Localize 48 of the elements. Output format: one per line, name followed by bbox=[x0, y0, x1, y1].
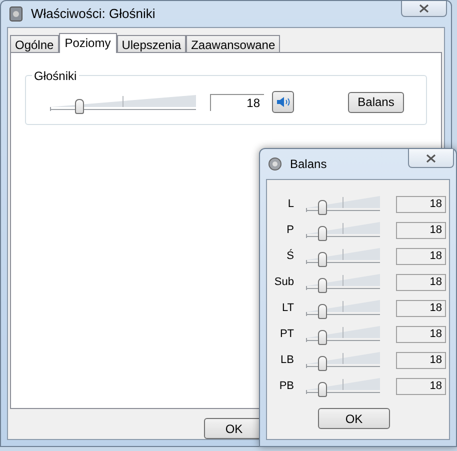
slider-thumb[interactable] bbox=[318, 226, 327, 241]
close-icon bbox=[419, 4, 429, 13]
slider-thumb[interactable] bbox=[318, 356, 327, 371]
channel-label: PT bbox=[278, 326, 294, 342]
balance-button[interactable]: Balans bbox=[348, 92, 404, 112]
slider-thumb[interactable] bbox=[318, 304, 327, 319]
channel-label: PB bbox=[278, 378, 294, 394]
slider-thumb[interactable] bbox=[318, 278, 327, 293]
tab[interactable]: Ulepszenia bbox=[116, 35, 186, 52]
value-field[interactable]: 18 bbox=[396, 196, 446, 212]
close-button[interactable] bbox=[401, 1, 447, 17]
channel-label: L bbox=[286, 196, 294, 212]
value-field[interactable]: 18 bbox=[396, 248, 446, 264]
value-field[interactable]: 18 bbox=[396, 300, 446, 316]
slider-thumb[interactable] bbox=[318, 330, 327, 345]
slider-thumb[interactable] bbox=[318, 382, 327, 397]
value-field[interactable]: 18 bbox=[396, 378, 446, 394]
value-field[interactable]: 18 bbox=[396, 274, 446, 290]
tab[interactable]: Ogólne bbox=[10, 35, 59, 52]
value-field[interactable]: 18 bbox=[210, 94, 264, 110]
close-icon bbox=[426, 154, 436, 162]
value-field[interactable]: 18 bbox=[396, 222, 446, 238]
channel-label: Ś bbox=[286, 248, 294, 264]
slider-thumb[interactable] bbox=[318, 200, 327, 215]
slider[interactable] bbox=[304, 193, 382, 215]
tab[interactable]: Zaawansowane bbox=[186, 35, 280, 52]
tab[interactable]: Poziomy bbox=[58, 33, 117, 53]
value-field[interactable]: 18 bbox=[396, 326, 446, 342]
channel-label: LT bbox=[280, 300, 294, 316]
slider[interactable] bbox=[304, 219, 382, 241]
slider[interactable] bbox=[304, 271, 382, 293]
channel-label: LB bbox=[280, 352, 294, 368]
slider[interactable] bbox=[304, 245, 382, 267]
dialog-title: Balans bbox=[290, 156, 327, 173]
close-button[interactable] bbox=[408, 149, 454, 168]
slider[interactable] bbox=[304, 349, 382, 371]
channel-label: Sub bbox=[273, 274, 294, 290]
slider-thumb[interactable] bbox=[74, 99, 84, 114]
slider-thumb[interactable] bbox=[318, 252, 327, 267]
channel-label: P bbox=[286, 222, 294, 238]
mute-button[interactable] bbox=[272, 91, 294, 113]
slider[interactable] bbox=[48, 92, 198, 114]
slider[interactable] bbox=[304, 323, 382, 345]
ok-button[interactable]: OK bbox=[318, 408, 390, 429]
slider[interactable] bbox=[304, 297, 382, 319]
slider[interactable] bbox=[304, 375, 382, 397]
value-field[interactable]: 18 bbox=[396, 352, 446, 368]
window-title: Właściwości: Głośniki bbox=[31, 5, 156, 24]
